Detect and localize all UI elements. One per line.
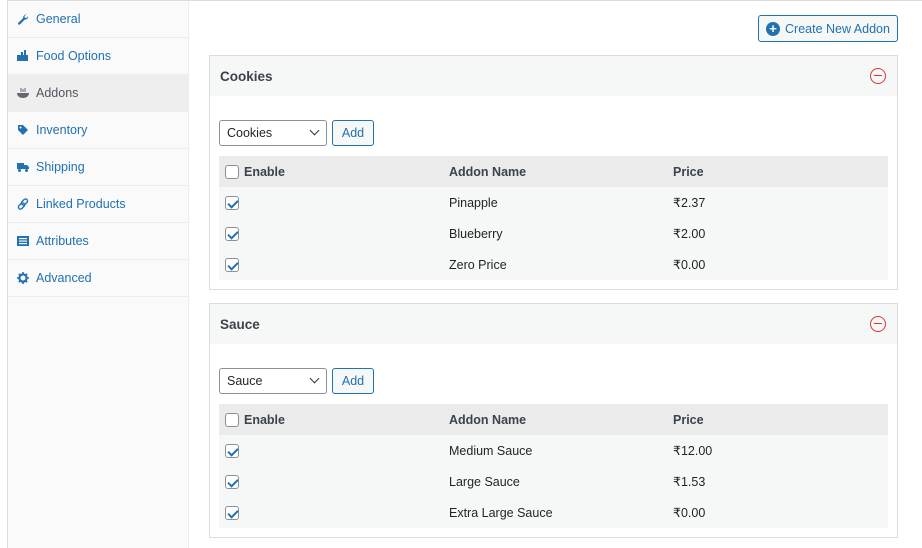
- product-data-panel: General Food Options Addons Inventory Sh…: [7, 0, 922, 548]
- addon-group-title: Cookies: [220, 68, 273, 84]
- addon-group-title: Sauce: [220, 316, 260, 332]
- list-icon: [17, 235, 29, 247]
- table-row: Pinapple ₹2.37: [219, 187, 888, 218]
- addon-name-column-header: Addon Name: [449, 412, 527, 427]
- link-icon: [17, 198, 29, 210]
- chevron-down-icon: [309, 373, 320, 383]
- addon-group-sauce: Sauce Sauce Add Enable Addon Name Price: [209, 303, 898, 538]
- table-row: Blueberry ₹2.00: [219, 218, 888, 249]
- addon-table-header: Enable Addon Name Price: [219, 404, 888, 435]
- sidebar-item-advanced[interactable]: Advanced: [8, 260, 188, 297]
- price-column-header: Price: [673, 412, 704, 427]
- table-row: Large Sauce ₹1.53: [219, 466, 888, 497]
- addon-name: Blueberry: [449, 226, 503, 241]
- remove-group-icon[interactable]: [870, 316, 886, 332]
- addon-category-select[interactable]: Sauce: [219, 367, 327, 394]
- enable-checkbox[interactable]: [225, 443, 239, 458]
- addon-group-controls: Sauce Add: [210, 344, 897, 394]
- enable-all-checkbox[interactable]: [225, 412, 239, 427]
- addon-name: Large Sauce: [449, 474, 520, 489]
- enable-checkbox[interactable]: [225, 474, 239, 489]
- sidebar-item-label: General: [36, 12, 81, 26]
- add-addon-button[interactable]: Add: [332, 119, 374, 146]
- create-new-addon-button[interactable]: + Create New Addon: [758, 15, 898, 42]
- addon-name: Extra Large Sauce: [449, 505, 553, 520]
- plus-circle-icon: +: [766, 21, 781, 36]
- addon-group-controls: Cookies Add: [210, 96, 897, 146]
- add-addon-button[interactable]: Add: [332, 367, 374, 394]
- addon-table: Enable Addon Name Price Pinapple ₹2.37 B…: [219, 156, 888, 280]
- addon-name: Zero Price: [449, 257, 507, 272]
- bowl-icon: [17, 87, 29, 99]
- enable-checkbox[interactable]: [225, 505, 239, 520]
- enable-column-header: Enable: [244, 164, 285, 179]
- truck-icon: [17, 161, 29, 173]
- sidebar-item-inventory[interactable]: Inventory: [8, 112, 188, 149]
- addon-category-select-value: Sauce: [227, 373, 263, 388]
- sidebar-item-label: Attributes: [36, 234, 89, 248]
- addons-panel: + Create New Addon Cookies Cookies Add E…: [190, 1, 922, 548]
- gear-icon: [17, 272, 29, 284]
- addon-price: ₹1.53: [673, 475, 706, 489]
- sidebar-item-linked-products[interactable]: Linked Products: [8, 186, 188, 223]
- table-row: Zero Price ₹0.00: [219, 249, 888, 280]
- sidebar-item-label: Addons: [36, 86, 79, 100]
- sidebar-item-label: Inventory: [36, 123, 88, 137]
- sidebar-item-label: Linked Products: [36, 197, 126, 211]
- addon-category-select-value: Cookies: [227, 125, 273, 140]
- food-options-icon: [17, 50, 29, 62]
- enable-checkbox[interactable]: [225, 195, 239, 210]
- addon-name: Medium Sauce: [449, 443, 533, 458]
- sidebar-item-attributes[interactable]: Attributes: [8, 223, 188, 260]
- create-new-addon-label: Create New Addon: [785, 21, 890, 36]
- product-tabs-sidebar: General Food Options Addons Inventory Sh…: [8, 1, 189, 548]
- addon-name: Pinapple: [449, 195, 498, 210]
- enable-checkbox[interactable]: [225, 257, 239, 272]
- sidebar-item-shipping[interactable]: Shipping: [8, 149, 188, 186]
- tag-icon: [17, 124, 29, 136]
- addon-name-column-header: Addon Name: [449, 164, 527, 179]
- remove-group-icon[interactable]: [870, 68, 886, 84]
- wrench-icon: [17, 13, 29, 25]
- sidebar-item-food-options[interactable]: Food Options: [8, 38, 188, 75]
- addon-table-header: Enable Addon Name Price: [219, 156, 888, 187]
- addon-group-cookies: Cookies Cookies Add Enable Addon Name Pr…: [209, 55, 898, 290]
- sidebar-item-label: Food Options: [36, 49, 112, 63]
- table-row: Extra Large Sauce ₹0.00: [219, 497, 888, 528]
- addon-group-header[interactable]: Cookies: [210, 56, 897, 96]
- addon-price: ₹2.37: [673, 196, 706, 210]
- price-column-header: Price: [673, 164, 704, 179]
- sidebar-item-label: Advanced: [36, 271, 92, 285]
- enable-all-checkbox[interactable]: [225, 164, 239, 179]
- enable-column-header: Enable: [244, 412, 285, 427]
- addon-price: ₹2.00: [673, 227, 706, 241]
- sidebar-item-general[interactable]: General: [8, 1, 188, 38]
- sidebar-item-addons[interactable]: Addons: [8, 75, 188, 112]
- addon-group-header[interactable]: Sauce: [210, 304, 897, 344]
- sidebar-item-label: Shipping: [36, 160, 85, 174]
- addon-price: ₹0.00: [673, 258, 706, 272]
- addon-price: ₹12.00: [673, 444, 713, 458]
- chevron-down-icon: [309, 125, 320, 135]
- addon-category-select[interactable]: Cookies: [219, 119, 327, 146]
- table-row: Medium Sauce ₹12.00: [219, 435, 888, 466]
- enable-checkbox[interactable]: [225, 226, 239, 241]
- addon-price: ₹0.00: [673, 506, 706, 520]
- addon-table: Enable Addon Name Price Medium Sauce ₹12…: [219, 404, 888, 528]
